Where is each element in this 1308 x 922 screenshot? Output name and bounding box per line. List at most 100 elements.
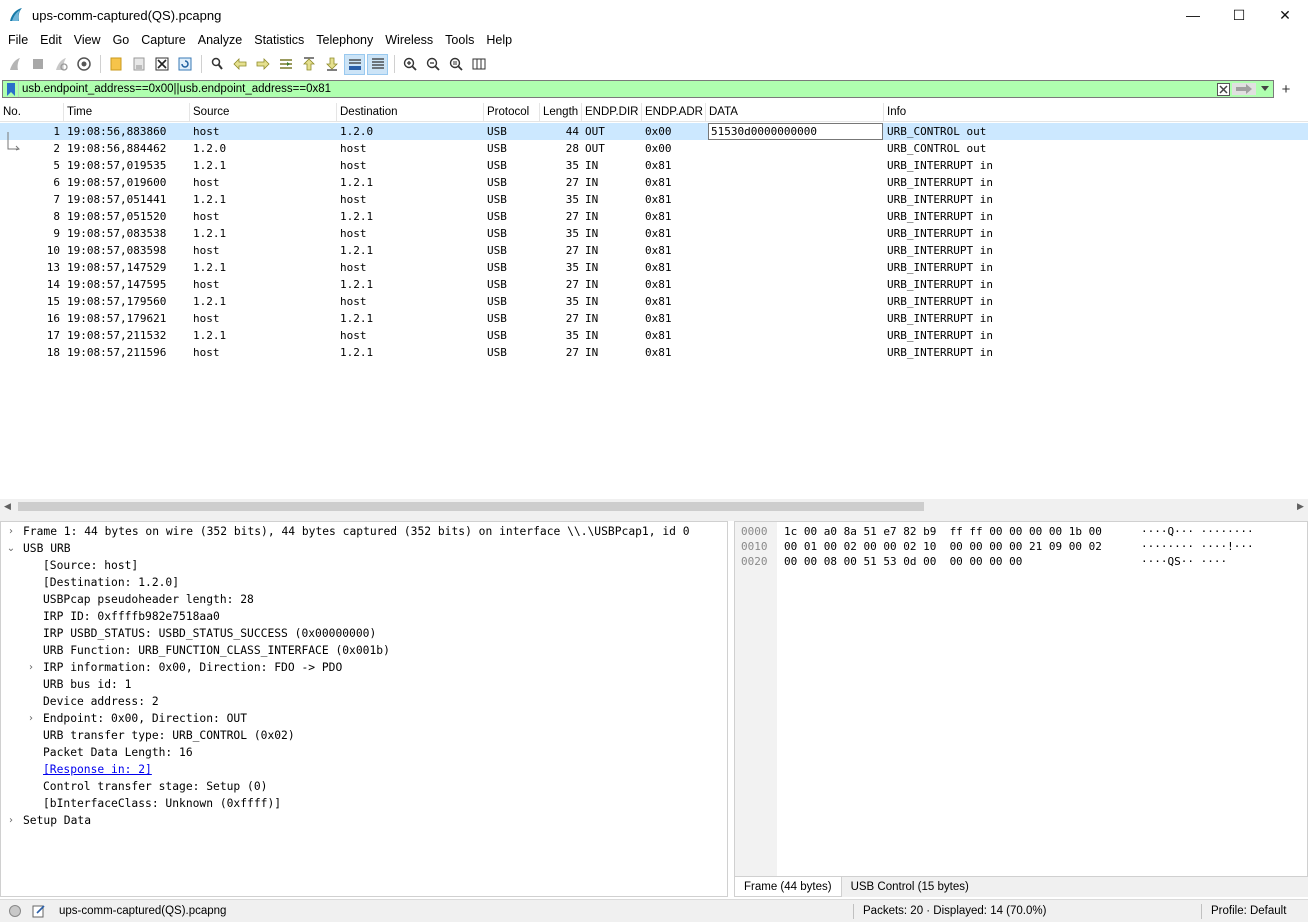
bytes-ascii[interactable]: ····Q··· ········ xyxy=(1141,524,1254,539)
detail-line[interactable]: › Frame 1: 44 bytes on wire (352 bits), 4… xyxy=(9,523,690,540)
column-header-endp-dir[interactable]: ENDP.DIR xyxy=(582,103,642,122)
scrollbar-thumb[interactable] xyxy=(18,502,924,511)
detail-line[interactable]: [Response in: 2] xyxy=(43,761,152,778)
detail-line[interactable]: URB Function: URB_FUNCTION_CLASS_INTERFA… xyxy=(43,642,390,659)
stop-capture-icon[interactable] xyxy=(27,54,48,75)
column-header-info[interactable]: Info xyxy=(884,103,1308,122)
detail-line[interactable]: › Endpoint: 0x00, Direction: OUT xyxy=(29,710,247,727)
tab-usb-control-bytes[interactable]: USB Control (15 bytes) xyxy=(842,877,978,897)
close-button[interactable]: ✕ xyxy=(1262,0,1308,30)
reload-file-icon[interactable] xyxy=(174,54,195,75)
menu-capture[interactable]: Capture xyxy=(135,30,191,51)
capture-options-icon[interactable] xyxy=(73,54,94,75)
packet-list[interactable]: No. Time Source Destination Protocol Len… xyxy=(0,103,1308,497)
menu-edit[interactable]: Edit xyxy=(34,30,68,51)
packet-row[interactable]: 5 19:08:57,019535 1.2.1 host USB 35 IN 0x81 URB_… xyxy=(0,157,1308,174)
go-back-icon[interactable] xyxy=(229,54,250,75)
column-header-length[interactable]: Length xyxy=(540,103,582,122)
menu-statistics[interactable]: Statistics xyxy=(248,30,310,51)
capture-comment-icon[interactable] xyxy=(32,904,46,918)
minimize-button[interactable]: — xyxy=(1170,0,1216,30)
column-header-endp-adr[interactable]: ENDP.ADR xyxy=(642,103,706,122)
packet-row[interactable]: 6 19:08:57,019600 host 1.2.1 USB 27 IN 0x81 URB_… xyxy=(0,174,1308,191)
bytes-hex[interactable]: 00 00 08 00 51 53 0d 00 00 00 00 00 xyxy=(784,554,1022,569)
menu-help[interactable]: Help xyxy=(480,30,518,51)
close-file-icon[interactable] xyxy=(151,54,172,75)
colorize-list-icon[interactable] xyxy=(367,53,388,75)
filter-dropdown-icon[interactable] xyxy=(1257,81,1273,97)
expert-info-icon[interactable] xyxy=(9,905,21,917)
menu-tools[interactable]: Tools xyxy=(439,30,480,51)
collapsed-chevron-icon[interactable]: › xyxy=(25,659,37,676)
menu-analyze[interactable]: Analyze xyxy=(192,30,248,51)
column-header-data[interactable]: DATA xyxy=(706,103,884,122)
packet-bytes-pane[interactable]: 0000 1c 00 a0 8a 51 e7 82 b9 ff ff 00 00 … xyxy=(734,521,1308,877)
packet-row[interactable]: 10 19:08:57,083598 host 1.2.1 USB 27 IN 0x81 URB… xyxy=(0,242,1308,259)
go-first-packet-icon[interactable] xyxy=(298,54,319,75)
menu-file[interactable]: File xyxy=(2,30,34,51)
restart-capture-icon[interactable] xyxy=(50,54,71,75)
scroll-left-icon[interactable]: ◀ xyxy=(0,499,15,514)
packet-row[interactable]: 17 19:08:57,211532 1.2.1 host USB 35 IN 0x81 URB… xyxy=(0,327,1308,344)
expanded-chevron-icon[interactable]: ⌄ xyxy=(5,540,17,557)
save-file-icon[interactable] xyxy=(128,54,149,75)
zoom-out-icon[interactable] xyxy=(422,54,443,75)
start-capture-icon[interactable] xyxy=(4,54,25,75)
detail-line[interactable]: USBPcap pseudoheader length: 28 xyxy=(43,591,254,608)
packet-row[interactable]: 7 19:08:57,051441 1.2.1 host USB 35 IN 0x81 URB_… xyxy=(0,191,1308,208)
column-header-no[interactable]: No. xyxy=(0,103,64,122)
detail-line[interactable]: › IRP information: 0x00, Direction: FDO -… xyxy=(29,659,342,676)
normal-size-icon[interactable] xyxy=(445,54,466,75)
go-forward-icon[interactable] xyxy=(252,54,273,75)
detail-line[interactable]: [Source: host] xyxy=(43,557,138,574)
add-filter-button-icon[interactable]: + xyxy=(1278,80,1294,98)
packet-row[interactable]: 1 19:08:56,883860 host 1.2.0 USB 44 OUT 0x00 515… xyxy=(0,123,1308,140)
packet-row[interactable]: 13 19:08:57,147529 1.2.1 host USB 35 IN 0x81 URB… xyxy=(0,259,1308,276)
column-header-destination[interactable]: Destination xyxy=(337,103,484,122)
tab-frame-bytes[interactable]: Frame (44 bytes) xyxy=(734,877,842,897)
maximize-button[interactable]: ☐ xyxy=(1216,0,1262,30)
detail-line[interactable]: ⌄ USB URB xyxy=(7,540,71,557)
detail-line[interactable]: Control transfer stage: Setup (0) xyxy=(43,778,267,795)
menu-view[interactable]: View xyxy=(68,30,107,51)
packet-details-tree[interactable]: › Frame 1: 44 bytes on wire (352 bits), 4… xyxy=(0,521,728,897)
packet-row[interactable]: 15 19:08:57,179560 1.2.1 host USB 35 IN 0x81 URB… xyxy=(0,293,1308,310)
packet-row[interactable]: 8 19:08:57,051520 host 1.2.1 USB 27 IN 0x81 URB_… xyxy=(0,208,1308,225)
go-to-packet-icon[interactable] xyxy=(275,54,296,75)
detail-line[interactable]: [bInterfaceClass: Unknown (0xffff)] xyxy=(43,795,281,812)
filter-bookmark-icon[interactable] xyxy=(3,81,19,97)
find-packet-icon[interactable] xyxy=(206,54,227,75)
bytes-hex[interactable]: 00 01 00 02 00 00 02 10 00 00 00 00 21 0… xyxy=(784,539,1102,554)
status-profile[interactable]: Profile: Default xyxy=(1211,905,1286,917)
bytes-ascii[interactable]: ········ ····!··· xyxy=(1141,539,1254,554)
column-header-source[interactable]: Source xyxy=(190,103,337,122)
packet-row[interactable]: 9 19:08:57,083538 1.2.1 host USB 35 IN 0x81 URB_… xyxy=(0,225,1308,242)
packet-row[interactable]: 14 19:08:57,147595 host 1.2.1 USB 27 IN 0x81 URB… xyxy=(0,276,1308,293)
apply-filter-icon[interactable] xyxy=(1231,81,1257,97)
detail-line[interactable]: URB transfer type: URB_CONTROL (0x02) xyxy=(43,727,295,744)
clear-filter-icon[interactable] xyxy=(1215,81,1231,97)
packet-row[interactable]: 2 19:08:56,884462 1.2.0 host USB 28 OUT 0x00 URB… xyxy=(0,140,1308,157)
menu-telephony[interactable]: Telephony xyxy=(310,30,379,51)
bytes-hex[interactable]: 1c 00 a0 8a 51 e7 82 b9 ff ff 00 00 00 0… xyxy=(784,524,1102,539)
detail-line[interactable]: URB bus id: 1 xyxy=(43,676,131,693)
detail-line[interactable]: IRP USBD_STATUS: USBD_STATUS_SUCCESS (0x… xyxy=(43,625,376,642)
go-last-packet-icon[interactable] xyxy=(321,54,342,75)
bytes-ascii[interactable]: ····QS·· ···· xyxy=(1141,554,1227,569)
scroll-right-icon[interactable]: ▶ xyxy=(1293,499,1308,514)
pane-splitter[interactable] xyxy=(0,514,1308,521)
menu-wireless[interactable]: Wireless xyxy=(379,30,439,51)
zoom-in-icon[interactable] xyxy=(399,54,420,75)
detail-line[interactable]: Device address: 2 xyxy=(43,693,159,710)
menu-go[interactable]: Go xyxy=(107,30,136,51)
packet-row[interactable]: 18 19:08:57,211596 host 1.2.1 USB 27 IN 0x81 URB… xyxy=(0,344,1308,361)
column-header-protocol[interactable]: Protocol xyxy=(484,103,540,122)
auto-scroll-icon[interactable] xyxy=(344,53,365,75)
response-link[interactable]: [Response in: 2] xyxy=(43,763,152,776)
open-file-icon[interactable] xyxy=(105,54,126,75)
detail-line[interactable]: › Setup Data xyxy=(9,812,91,829)
packet-list-hscrollbar[interactable]: ◀ ▶ xyxy=(0,499,1308,514)
detail-line[interactable]: [Destination: 1.2.0] xyxy=(43,574,179,591)
collapsed-chevron-icon[interactable]: › xyxy=(5,812,17,829)
resize-columns-icon[interactable] xyxy=(468,54,489,75)
